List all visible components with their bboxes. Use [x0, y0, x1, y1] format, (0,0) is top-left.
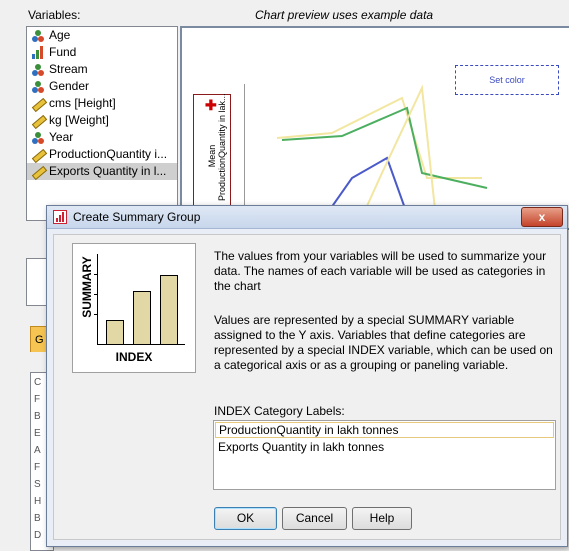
variable-item[interactable]: Fund — [27, 44, 177, 61]
y-axis-title: Mean ProductionQuantity in lak... — [207, 93, 227, 201]
variables-label: Variables: — [28, 8, 81, 22]
illustration-tick — [94, 274, 98, 275]
chart-canvas[interactable] — [180, 26, 569, 230]
preview-line — [281, 106, 488, 189]
illustration-bar — [133, 291, 151, 345]
index-axis-label: INDEX — [115, 350, 153, 364]
gallery-letter: A — [34, 445, 41, 456]
dialog-title: Create Summary Group — [73, 210, 201, 224]
variable-label: ProductionQuantity i... — [49, 147, 168, 161]
category-label-item[interactable]: ProductionQuantity in lakh tonnes — [215, 422, 554, 438]
variable-label: Stream — [49, 62, 88, 76]
gallery-letter: B — [34, 411, 41, 422]
chart-preview-lines — [276, 84, 488, 228]
chart-builder-icon — [53, 210, 67, 224]
illustration-tick — [94, 294, 98, 295]
nominal-icon — [31, 29, 45, 43]
nominal-icon — [31, 131, 45, 145]
scale-icon — [31, 165, 48, 180]
variable-item[interactable]: Age — [27, 27, 177, 44]
summary-axis-label: SUMMARY — [80, 256, 94, 318]
variable-label: kg [Weight] — [49, 113, 109, 127]
variable-label: Gender — [49, 79, 90, 93]
nominal-icon — [31, 80, 45, 94]
y-axis-title-line2: ProductionQuantity in lak... — [217, 93, 227, 201]
y-axis-line — [244, 84, 245, 214]
close-button[interactable]: x — [521, 207, 563, 227]
summary-index-illustration: SUMMARY INDEX — [72, 243, 196, 373]
variable-item[interactable]: Gender — [27, 78, 177, 95]
gallery-letter: H — [34, 496, 42, 507]
scale-icon — [31, 148, 48, 163]
category-label-item[interactable]: Exports Quantity in lakh tonnes — [214, 439, 555, 455]
nominal-icon — [31, 63, 45, 77]
y-axis-title-line1: Mean — [207, 144, 217, 168]
variable-label: Age — [49, 28, 71, 42]
scale-icon — [31, 97, 48, 112]
description-paragraph-1: The values from your variables will be u… — [214, 249, 547, 293]
preview-note: Chart preview uses example data — [255, 8, 434, 22]
variable-item[interactable]: Year — [27, 129, 177, 146]
variable-item[interactable]: ProductionQuantity i... — [27, 146, 177, 163]
illustration-y-axis — [97, 254, 98, 344]
variables-list[interactable]: Age Fund Stream Gender cms [Height] kg [Weigh… — [26, 26, 178, 221]
gallery-letter: F — [34, 394, 41, 405]
variable-item[interactable]: cms [Height] — [27, 95, 177, 112]
variable-label: cms [Height] — [49, 96, 116, 110]
set-color-dropzone[interactable]: Set color — [455, 65, 559, 95]
variable-label: Exports Quantity in l... — [49, 164, 167, 178]
gallery-letter: F — [34, 462, 41, 473]
gallery-letter: B — [34, 513, 41, 524]
variable-item[interactable]: Stream — [27, 61, 177, 78]
illustration-tick — [94, 314, 98, 315]
gallery-letter: S — [34, 479, 41, 490]
scale-icon — [31, 114, 48, 129]
dialog-titlebar[interactable]: Create Summary Group x — [47, 206, 567, 229]
illustration-bar — [106, 320, 124, 345]
variable-item[interactable]: Exports Quantity in l... — [27, 163, 177, 180]
illustration-bar — [160, 275, 178, 345]
index-category-labels-heading: INDEX Category Labels: — [214, 404, 345, 418]
gallery-letter: C — [34, 377, 42, 388]
description-paragraph-2: Values are represented by a special SUMM… — [214, 313, 553, 372]
variable-item[interactable]: kg [Weight] — [27, 112, 177, 129]
ordinal-icon — [31, 45, 45, 60]
help-button[interactable]: Help — [352, 507, 412, 530]
gallery-letter: E — [34, 428, 41, 439]
variable-label: Fund — [49, 45, 77, 59]
gallery-letter: D — [34, 530, 42, 541]
ok-button[interactable]: OK — [214, 507, 277, 530]
cancel-button[interactable]: Cancel — [282, 507, 347, 530]
variable-label: Year — [49, 130, 74, 144]
index-category-labels-list[interactable]: ProductionQuantity in lakh tonnes Export… — [213, 420, 556, 490]
